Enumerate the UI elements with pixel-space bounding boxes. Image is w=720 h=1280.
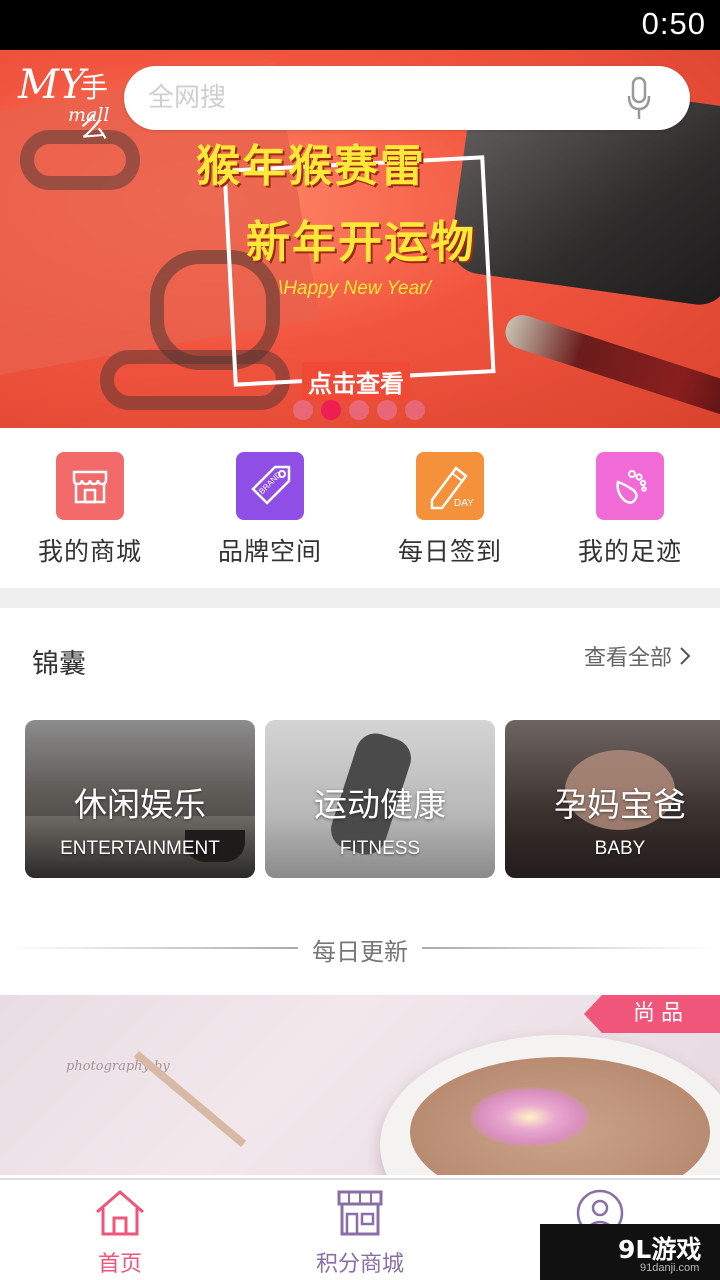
nav-home[interactable]: 首页 [0, 1188, 240, 1278]
banner-cta-button[interactable]: 点击查看 [302, 362, 410, 401]
quick-link-label: 我的商城 [37, 537, 142, 566]
search-input[interactable] [148, 76, 608, 120]
bottom-navigation: 首页 积分商城 9L游戏 91danji.com [0, 1178, 720, 1280]
banner-subline: \Happy New Year/ [278, 278, 431, 299]
chevron-right-icon [680, 647, 691, 665]
pencil-decoration [133, 1050, 247, 1148]
daily-feature-image[interactable]: photography by 尚品 [0, 995, 720, 1175]
tip-card-subtitle: FITNESS [339, 838, 421, 859]
flower-decoration [470, 1087, 590, 1147]
view-all-link[interactable]: 查看全部 [584, 640, 692, 672]
daily-update-title: 每日更新 [312, 938, 408, 966]
banner-page-dot[interactable] [293, 400, 313, 420]
tip-card-baby[interactable]: 孕妈宝爸 BABY [505, 720, 720, 878]
quick-links: 我的商城 BRAND 品牌空间 DAY 每日签到 我的足迹 [0, 428, 720, 588]
footprint-icon [596, 452, 664, 520]
pencil-day-icon: DAY [416, 452, 484, 520]
watermark-text: 9L游戏 [618, 1235, 702, 1264]
nav-points-mall[interactable]: 积分商城 [240, 1188, 480, 1278]
nav-home-label: 首页 [97, 1252, 142, 1277]
app-logo[interactable]: MY 手么 mall [18, 62, 114, 144]
section-separator [0, 588, 720, 608]
quick-link-brand-space[interactable]: BRAND 品牌空间 [180, 452, 360, 568]
banner-page-dot[interactable] [377, 400, 397, 420]
quick-link-label: 我的足迹 [577, 537, 682, 566]
tip-card-fitness[interactable]: 运动健康 FITNESS [265, 720, 495, 878]
status-bar: 0:50 [0, 0, 720, 50]
divider-line-right [422, 947, 712, 949]
banner-page-dot[interactable] [405, 400, 425, 420]
search-bar[interactable] [124, 66, 690, 130]
status-time: 0:50 [641, 6, 706, 41]
daily-update-divider: 每日更新 [8, 930, 712, 966]
tip-card-title: 孕妈宝爸 [554, 785, 686, 824]
quick-link-my-mall[interactable]: 我的商城 [0, 452, 180, 568]
brand-tag-icon: BRAND [236, 452, 304, 520]
banner-page-dot-active[interactable] [321, 400, 341, 420]
banner-brush-decoration [501, 310, 720, 424]
store-icon [56, 452, 124, 520]
banner-headline-1: 猴年猴赛雷 [196, 141, 426, 192]
microphone-icon[interactable] [626, 76, 652, 122]
tips-section-title: 锦囊 [32, 649, 86, 680]
svg-text:DAY: DAY [454, 498, 474, 509]
site-watermark: 9L游戏 91danji.com [540, 1224, 720, 1280]
quick-link-daily-checkin[interactable]: DAY 每日签到 [360, 452, 540, 568]
quick-link-label: 品牌空间 [217, 537, 322, 566]
logo-mall: mall [68, 104, 110, 126]
banner-headline-2: 新年开运物 [246, 217, 476, 268]
tip-card-title: 运动健康 [314, 785, 446, 824]
tip-card-subtitle: BABY [594, 838, 646, 859]
banner-page-dot[interactable] [349, 400, 369, 420]
nav-points-mall-label: 积分商城 [315, 1252, 404, 1277]
tip-card-subtitle: ENTERTAINMENT [60, 838, 220, 859]
feature-tag: 尚品 [584, 995, 720, 1033]
tip-card-title: 休闲娱乐 [74, 785, 206, 824]
shop-icon [337, 1190, 383, 1236]
watermark-url: 91danji.com [640, 1262, 700, 1274]
logo-my: MY [18, 62, 86, 108]
quick-link-my-footprint[interactable]: 我的足迹 [540, 452, 720, 568]
tips-carousel[interactable]: 休闲娱乐 ENTERTAINMENT 运动健康 FITNESS 孕妈宝爸 BAB… [25, 720, 720, 878]
tip-card-entertainment[interactable]: 休闲娱乐 ENTERTAINMENT [25, 720, 255, 878]
banner-pagination [293, 400, 425, 420]
quick-link-label: 每日签到 [397, 537, 502, 566]
view-all-label: 查看全部 [583, 646, 672, 671]
home-icon [96, 1190, 144, 1236]
